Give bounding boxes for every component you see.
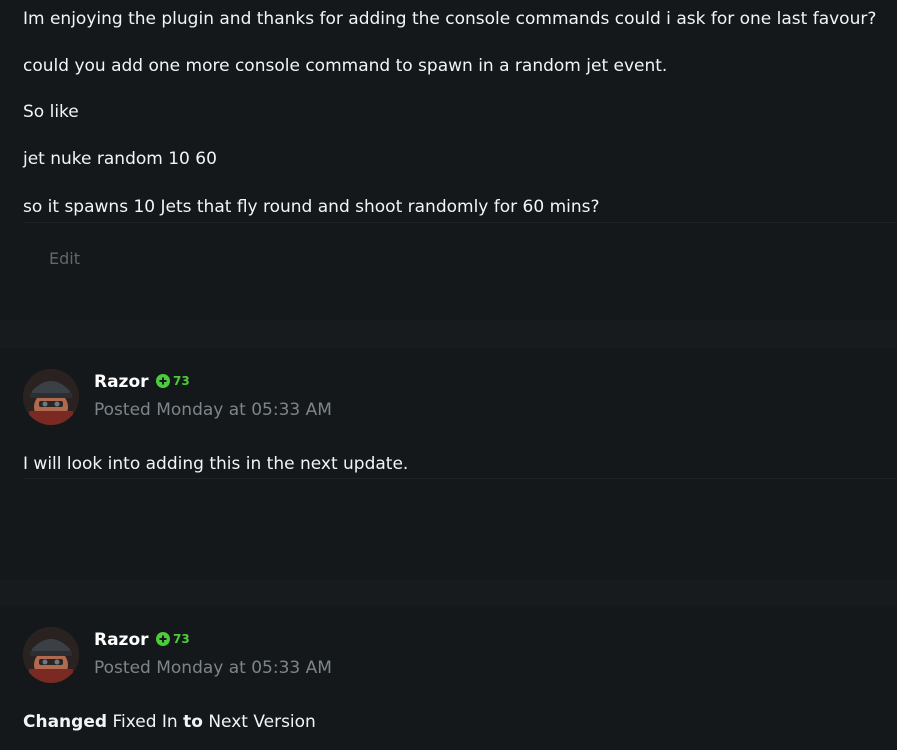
avatar[interactable] <box>23 369 79 425</box>
comment-separator <box>0 320 897 348</box>
reputation-count: 73 <box>173 374 190 388</box>
changed-field: Fixed In <box>112 712 178 732</box>
post-paragraph: So like <box>23 102 79 122</box>
post-paragraph: could you add one more console command t… <box>23 56 668 76</box>
post-paragraph: Im enjoying the plugin and thanks for ad… <box>23 9 877 29</box>
comment-1: Razor 73 Posted Monday at 05:33 AM I wil… <box>0 348 897 580</box>
avatar-image <box>23 369 79 425</box>
changed-label: Changed <box>23 712 108 732</box>
to-label: to <box>183 712 203 732</box>
avatar[interactable] <box>23 627 79 683</box>
author-name[interactable]: Razor <box>94 630 149 650</box>
post-paragraph: jet nuke random 10 60 <box>23 149 217 169</box>
comment-2: Razor 73 Posted Monday at 05:33 AM Chang… <box>0 606 897 750</box>
changed-value: Next Version <box>208 712 316 732</box>
reputation-badge: 73 <box>156 374 190 388</box>
post-divider <box>23 222 897 223</box>
comment-text: I will look into adding this in the next… <box>23 454 409 474</box>
comment-separator <box>0 580 897 606</box>
edit-link[interactable]: Edit <box>49 249 80 268</box>
post-body: Im enjoying the plugin and thanks for ad… <box>0 0 897 320</box>
posted-timestamp[interactable]: Posted Monday at 05:33 AM <box>94 658 332 678</box>
author-name[interactable]: Razor <box>94 372 149 392</box>
plus-circle-icon <box>156 374 170 388</box>
reputation-badge: 73 <box>156 632 190 646</box>
reputation-count: 73 <box>173 632 190 646</box>
comment-divider <box>23 478 897 479</box>
post-paragraph: so it spawns 10 Jets that fly round and … <box>23 197 600 217</box>
posted-timestamp[interactable]: Posted Monday at 05:33 AM <box>94 400 332 420</box>
plus-circle-icon <box>156 632 170 646</box>
status-change-text: Changed Fixed In to Next Version <box>23 712 316 732</box>
avatar-image <box>23 627 79 683</box>
